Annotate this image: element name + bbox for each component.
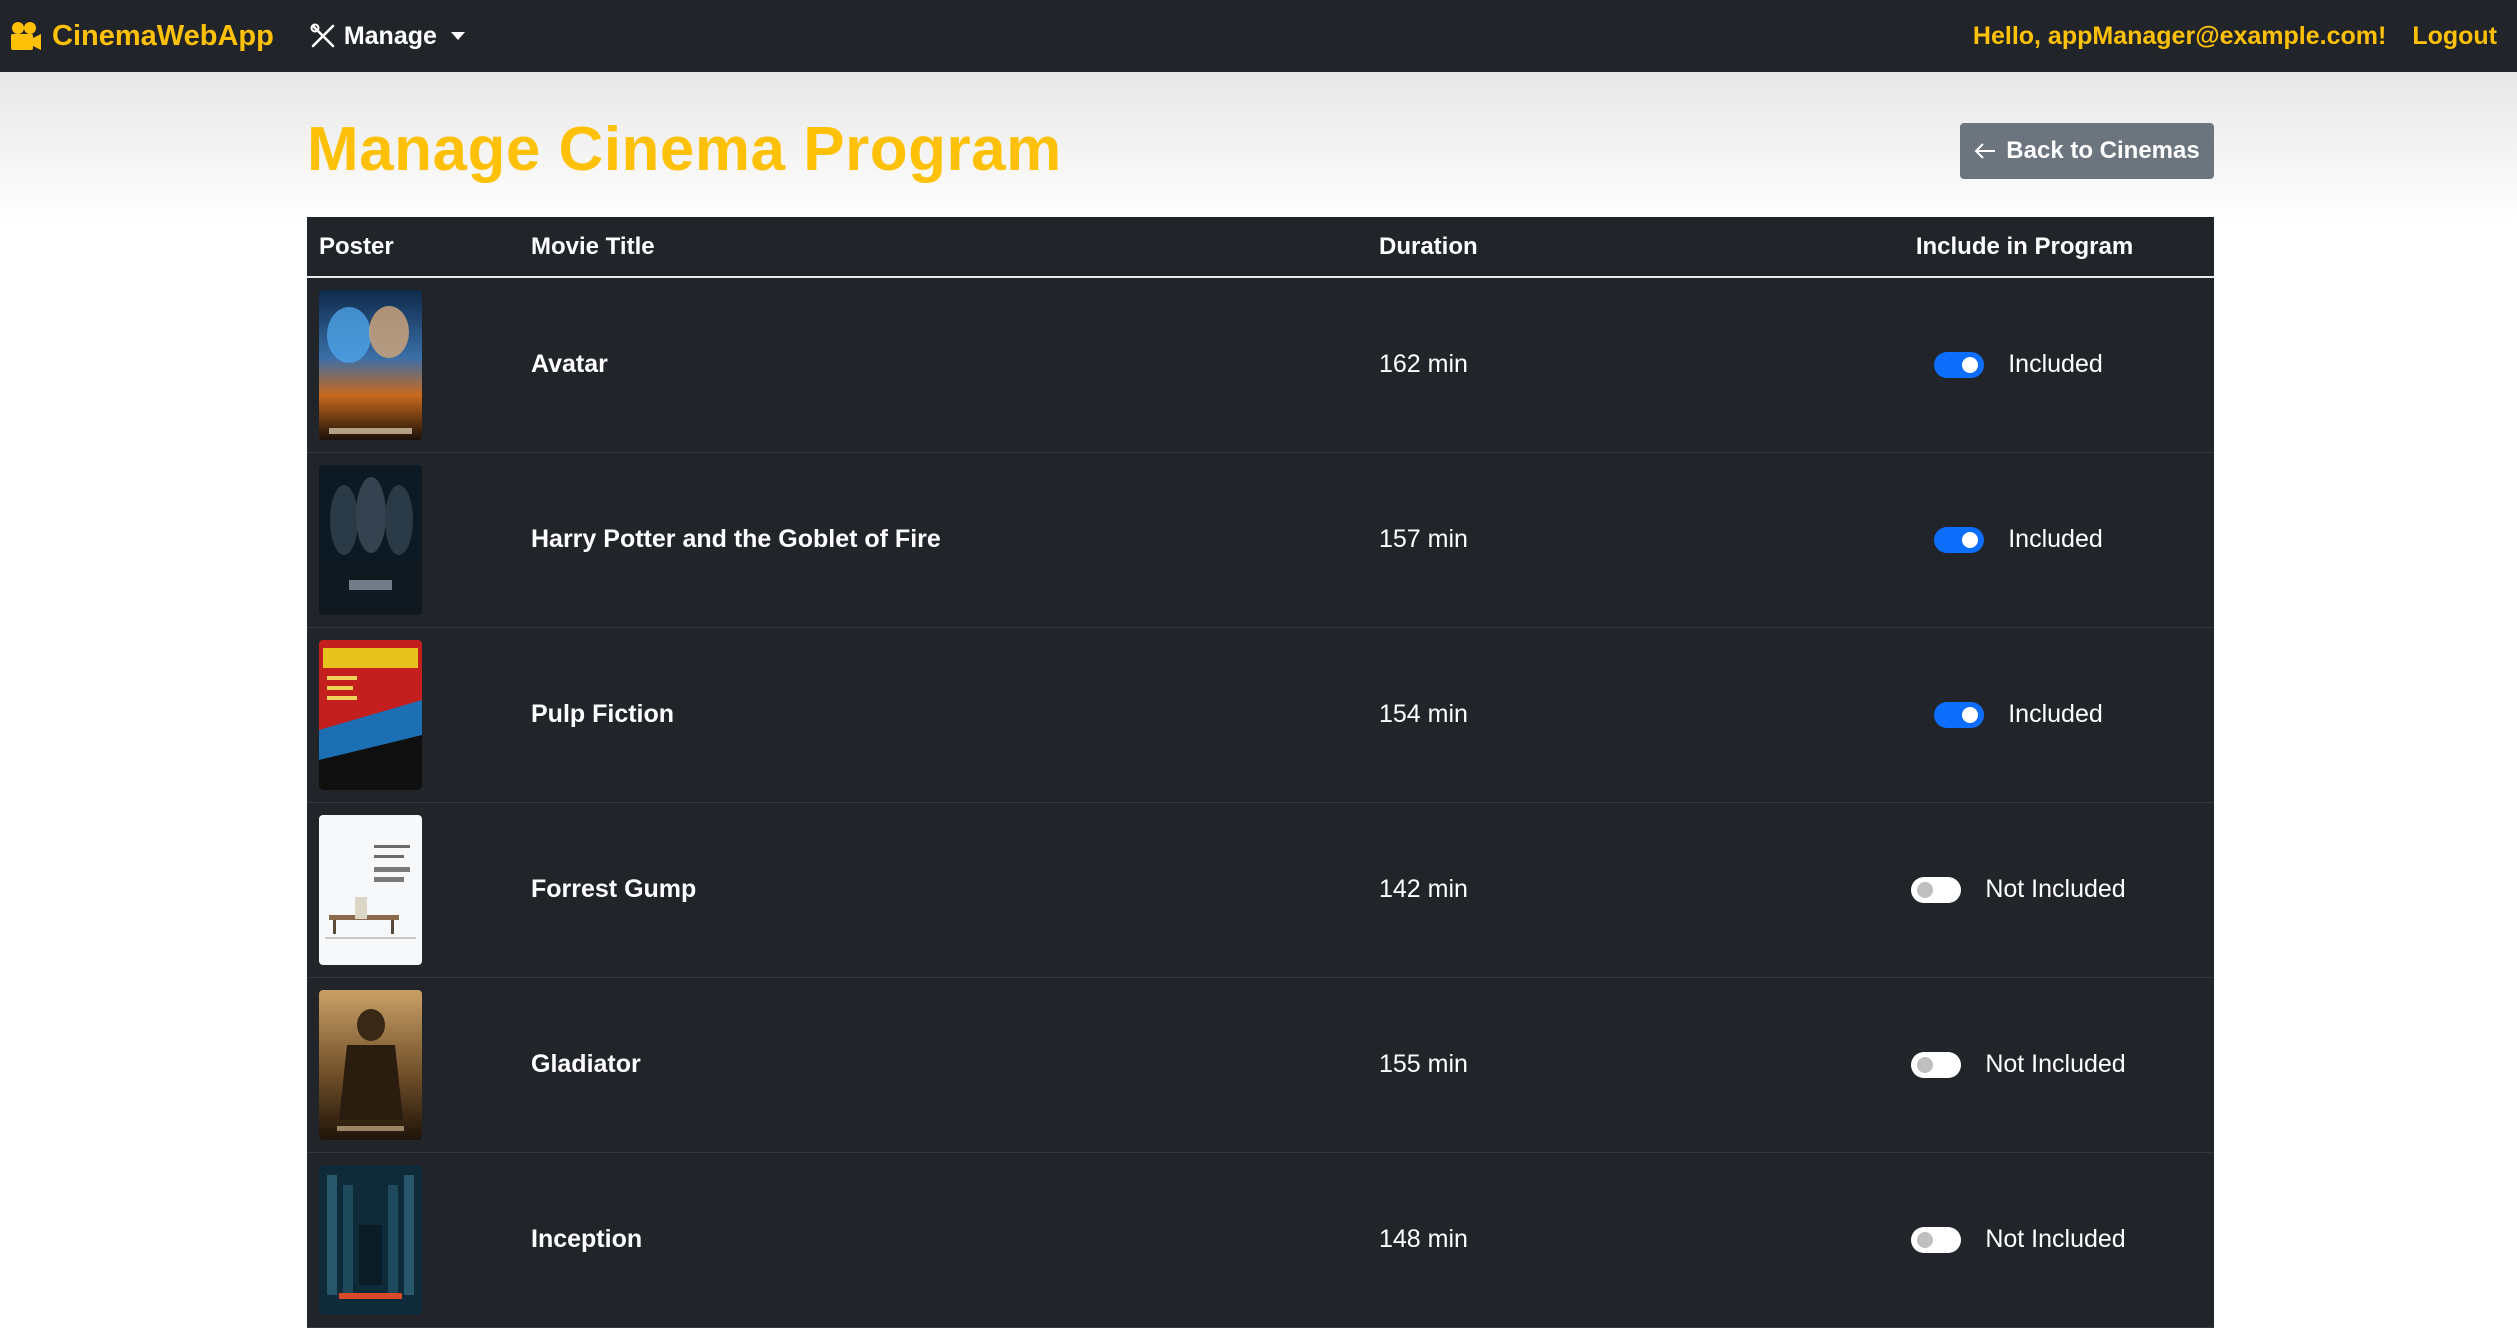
inception-poster xyxy=(319,1164,422,1315)
movie-title: Harry Potter and the Goblet of Fire xyxy=(519,452,1367,628)
include-status: Not Included xyxy=(1985,1225,2126,1253)
include-toggle[interactable] xyxy=(1934,351,1985,378)
movie-duration: 142 min xyxy=(1367,802,1883,978)
table-header-row: Poster Movie Title Duration Include in P… xyxy=(307,217,2214,278)
movie-duration: 162 min xyxy=(1367,277,1883,453)
back-to-cinemas-button[interactable]: Back to Cinemas xyxy=(1960,123,2214,179)
chevron-down-icon xyxy=(450,32,465,40)
include-toggle[interactable] xyxy=(1911,1226,1962,1253)
movie-title: Forrest Gump xyxy=(519,802,1367,978)
tools-icon xyxy=(310,23,335,48)
include-status: Included xyxy=(2008,700,2103,728)
gladiator-poster xyxy=(319,989,422,1140)
table-row: Gladiator 155 min Not Included xyxy=(307,977,2214,1153)
include-toggle[interactable] xyxy=(1934,526,1985,553)
movie-duration: 148 min xyxy=(1367,1152,1883,1328)
movie-duration: 155 min xyxy=(1367,977,1883,1153)
table-row: Forrest Gump 142 min Not Included xyxy=(307,802,2214,978)
manage-dropdown[interactable]: Manage xyxy=(310,22,465,51)
header-movie-title: Movie Title xyxy=(519,217,1367,278)
manage-label: Manage xyxy=(343,21,437,50)
header-duration: Duration xyxy=(1367,217,1883,278)
back-button-label: Back to Cinemas xyxy=(2006,137,2200,164)
include-status: Not Included xyxy=(1985,875,2126,903)
harry-potter-poster xyxy=(319,464,422,615)
table-row: Pulp Fiction 154 min Included xyxy=(307,627,2214,803)
include-status: Not Included xyxy=(1985,1050,2126,1078)
brand-link[interactable]: CinemaWebApp xyxy=(10,20,274,53)
movie-title: Inception xyxy=(519,1152,1367,1328)
arrow-left-icon xyxy=(1974,143,1996,159)
main-content: Manage Cinema Program Back to Cinemas Po… xyxy=(307,72,2214,1328)
include-toggle[interactable] xyxy=(1934,701,1985,728)
logout-link[interactable]: Logout xyxy=(2412,22,2497,51)
navbar: CinemaWebApp Manage Hello, appManager@ex… xyxy=(0,0,2517,72)
movie-duration: 154 min xyxy=(1367,627,1883,803)
table-row: Inception 148 min Not Included xyxy=(307,1152,2214,1328)
movie-title: Avatar xyxy=(519,277,1367,453)
brand-name: CinemaWebApp xyxy=(52,19,274,52)
forrest-gump-poster xyxy=(319,814,422,965)
user-greeting: Hello, appManager@example.com! xyxy=(1972,21,2387,50)
page-title: Manage Cinema Program xyxy=(307,115,1062,184)
avatar-poster xyxy=(319,289,422,440)
movie-duration: 157 min xyxy=(1367,452,1883,628)
pulp-fiction-poster xyxy=(319,639,422,790)
include-toggle[interactable] xyxy=(1911,876,1962,903)
movie-title: Pulp Fiction xyxy=(519,627,1367,803)
camera-reels-icon xyxy=(11,22,41,50)
header-poster: Poster xyxy=(307,217,519,278)
movie-title: Gladiator xyxy=(519,977,1367,1153)
table-row: Avatar 162 min Included xyxy=(307,277,2214,453)
include-toggle[interactable] xyxy=(1911,1051,1962,1078)
include-status: Included xyxy=(2008,525,2103,553)
table-row: Harry Potter and the Goblet of Fire 157 … xyxy=(307,452,2214,628)
program-table: Poster Movie Title Duration Include in P… xyxy=(307,217,2214,1328)
include-status: Included xyxy=(2008,350,2103,379)
header-include: Include in Program xyxy=(1883,217,2214,278)
